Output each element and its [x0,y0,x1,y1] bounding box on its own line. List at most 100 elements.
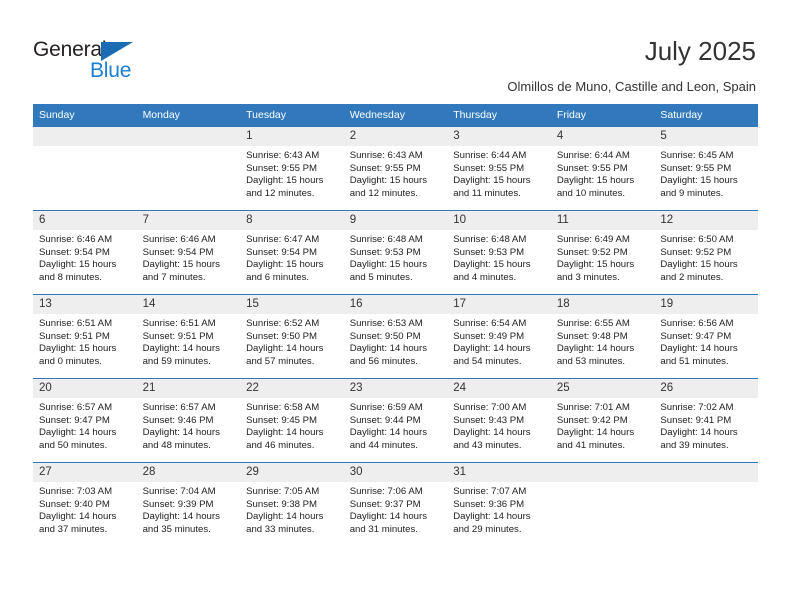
calendar-day-cell[interactable]: 29 Sunrise: 7:05 AM Sunset: 9:38 PM Dayligh… [240,462,344,546]
calendar-day-cell[interactable]: 28 Sunrise: 7:04 AM Sunset: 9:39 PM Dayligh… [136,462,241,546]
calendar-day-cell[interactable]: 15 Sunrise: 6:52 AM Sunset: 9:50 PM Dayligh… [240,294,344,379]
day-sun-info: Sunrise: 7:03 AM Sunset: 9:40 PM Daylight:… [33,482,137,536]
sunset-text: Sunset: 9:50 PM [246,330,318,342]
calendar-day-cell[interactable]: 20 Sunrise: 6:57 AM Sunset: 9:47 PM Dayligh… [33,378,137,463]
calendar-day-cell[interactable]: 5 Sunrise: 6:45 AM Sunset: 9:55 PM Daylight… [654,126,758,211]
calendar-day-cell[interactable]: 16 Sunrise: 6:53 AM Sunset: 9:50 PM Dayligh… [343,294,448,379]
daylight-text-line2: and 11 minutes. [453,187,521,199]
day-sun-info: Sunrise: 6:56 AM Sunset: 9:47 PM Daylight:… [654,314,758,368]
calendar-day-cell[interactable]: 23 Sunrise: 6:59 AM Sunset: 9:44 PM Dayligh… [343,378,448,463]
calendar-day-cell[interactable]: 17 Sunrise: 6:54 AM Sunset: 9:49 PM Dayligh… [447,294,551,379]
sunrise-text: Sunrise: 6:56 AM [660,318,734,329]
calendar-week-row: 6 Sunrise: 6:46 AM Sunset: 9:54 PM Daylight… [33,210,758,295]
daylight-text-line1: Daylight: 14 hours [556,427,635,439]
daylight-text-line1: Daylight: 15 hours [349,175,428,187]
sunrise-text: Sunrise: 7:03 AM [39,486,113,497]
calendar-day-cell[interactable]: 21 Sunrise: 6:57 AM Sunset: 9:46 PM Dayligh… [136,378,241,463]
day-sun-info: Sunrise: 7:07 AM Sunset: 9:36 PM Daylight:… [447,482,551,536]
calendar-day-cell[interactable]: 8 Sunrise: 6:47 AM Sunset: 9:54 PM Daylight… [240,210,344,295]
sunrise-sunset-calendar-table: Sunday Monday Tuesday Wednesday Thursday… [33,104,758,546]
calendar-day-cell[interactable]: 31 Sunrise: 7:07 AM Sunset: 9:36 PM Dayligh… [447,462,551,546]
calendar-day-cell[interactable]: 14 Sunrise: 6:51 AM Sunset: 9:51 PM Dayligh… [136,294,241,379]
daylight-text-line1: Daylight: 15 hours [660,259,738,271]
day-number: 12 [654,211,758,230]
day-number: 29 [240,463,344,482]
daylight-text-line2: and 50 minutes. [39,439,108,451]
sunset-text: Sunset: 9:54 PM [39,246,110,258]
day-sun-info: Sunrise: 7:05 AM Sunset: 9:38 PM Daylight:… [240,482,344,536]
calendar-header-row-group: Sunday Monday Tuesday Wednesday Thursday… [33,104,758,127]
weekday-header-thursday: Thursday [447,104,551,127]
calendar-day-cell[interactable]: 6 Sunrise: 6:46 AM Sunset: 9:54 PM Daylight… [33,210,137,295]
day-sun-info: Sunrise: 7:01 AM Sunset: 9:42 PM Daylight:… [551,398,655,452]
calendar-day-cell[interactable]: 1 Sunrise: 6:43 AM Sunset: 9:55 PM Daylight… [240,126,344,211]
daylight-text-line1: Daylight: 14 hours [453,343,531,355]
calendar-day-cell[interactable]: 30 Sunrise: 7:06 AM Sunset: 9:37 PM Dayligh… [343,462,448,546]
day-sun-info: Sunrise: 6:51 AM Sunset: 9:51 PM Daylight:… [137,314,241,368]
daylight-text-line2: and 57 minutes. [246,355,315,367]
day-number: 5 [654,127,758,146]
weekday-header-saturday: Saturday [654,104,758,127]
calendar-day-cell[interactable]: 18 Sunrise: 6:55 AM Sunset: 9:48 PM Dayligh… [550,294,655,379]
calendar-day-cell[interactable]: 2 Sunrise: 6:43 AM Sunset: 9:55 PM Daylight… [343,126,448,211]
calendar-week-row: 13 Sunrise: 6:51 AM Sunset: 9:51 PM Dayligh… [33,294,758,379]
sunrise-text: Sunrise: 6:46 AM [142,234,216,245]
calendar-day-cell[interactable]: 22 Sunrise: 6:58 AM Sunset: 9:45 PM Dayligh… [240,378,344,463]
weekday-header-tuesday: Tuesday [240,104,344,127]
page-header: General Blue July 2025 Olmillos de Muno,… [0,0,792,100]
calendar-day-cell[interactable]: 7 Sunrise: 6:46 AM Sunset: 9:54 PM Daylight… [136,210,241,295]
daylight-text-line2: and 9 minutes. [660,187,724,199]
sunset-text: Sunset: 9:47 PM [660,330,732,342]
daylight-text-line2: and 2 minutes. [660,271,724,283]
day-number [136,127,241,146]
daylight-text-line1: Daylight: 14 hours [349,427,428,439]
page-title: July 2025 [644,36,756,66]
sunrise-text: Sunrise: 6:58 AM [246,402,320,413]
daylight-text-line2: and 12 minutes. [349,187,418,199]
calendar-day-cell[interactable]: 26 Sunrise: 7:02 AM Sunset: 9:41 PM Dayligh… [654,378,758,463]
sunrise-text: Sunrise: 7:02 AM [660,402,734,413]
calendar-day-cell[interactable]: 9 Sunrise: 6:48 AM Sunset: 9:53 PM Daylight… [343,210,448,295]
daylight-text-line1: Daylight: 15 hours [556,175,635,187]
sunset-text: Sunset: 9:46 PM [142,414,214,426]
calendar-body: 1 Sunrise: 6:43 AM Sunset: 9:55 PM Daylight… [33,126,758,546]
day-sun-info: Sunrise: 6:57 AM Sunset: 9:47 PM Daylight:… [33,398,137,452]
sunset-text: Sunset: 9:39 PM [142,498,214,510]
sunset-text: Sunset: 9:41 PM [660,414,732,426]
daylight-text-line2: and 6 minutes. [246,271,310,283]
calendar-day-cell[interactable]: 19 Sunrise: 6:56 AM Sunset: 9:47 PM Dayligh… [654,294,758,379]
sunset-text: Sunset: 9:44 PM [349,414,421,426]
weekday-header-row: Sunday Monday Tuesday Wednesday Thursday… [33,104,758,127]
general-blue-logo[interactable]: General Blue [33,38,233,86]
sunrise-text: Sunrise: 7:06 AM [349,486,423,497]
sunset-text: Sunset: 9:37 PM [349,498,421,510]
calendar-day-cell[interactable]: 13 Sunrise: 6:51 AM Sunset: 9:51 PM Dayligh… [33,294,137,379]
sunset-text: Sunset: 9:55 PM [453,162,525,174]
calendar-day-cell[interactable]: 25 Sunrise: 7:01 AM Sunset: 9:42 PM Dayligh… [550,378,655,463]
sunrise-text: Sunrise: 6:46 AM [39,234,113,245]
weekday-header-sunday: Sunday [33,104,137,127]
calendar-day-cell[interactable]: 4 Sunrise: 6:44 AM Sunset: 9:55 PM Daylight… [550,126,655,211]
day-number: 30 [343,463,448,482]
day-number: 20 [33,379,137,398]
calendar-day-cell[interactable]: 10 Sunrise: 6:48 AM Sunset: 9:53 PM Dayligh… [447,210,551,295]
calendar-day-cell[interactable]: 12 Sunrise: 6:50 AM Sunset: 9:52 PM Dayligh… [654,210,758,295]
sunset-text: Sunset: 9:43 PM [453,414,525,426]
day-sun-info: Sunrise: 7:06 AM Sunset: 9:37 PM Daylight:… [344,482,448,536]
sunset-text: Sunset: 9:55 PM [349,162,421,174]
daylight-text-line2: and 31 minutes. [349,523,418,535]
day-number: 28 [136,463,241,482]
day-number: 9 [343,211,448,230]
sunrise-text: Sunrise: 6:49 AM [556,234,630,245]
calendar-day-cell[interactable]: 27 Sunrise: 7:03 AM Sunset: 9:40 PM Dayligh… [33,462,137,546]
sunrise-text: Sunrise: 6:44 AM [556,150,630,161]
calendar-day-cell[interactable]: 24 Sunrise: 7:00 AM Sunset: 9:43 PM Dayligh… [447,378,551,463]
calendar-day-cell[interactable]: 3 Sunrise: 6:44 AM Sunset: 9:55 PM Daylight… [447,126,551,211]
day-number: 21 [136,379,241,398]
calendar-day-cell[interactable]: 11 Sunrise: 6:49 AM Sunset: 9:52 PM Dayligh… [550,210,655,295]
sunset-text: Sunset: 9:48 PM [556,330,628,342]
day-number: 6 [33,211,137,230]
sunrise-text: Sunrise: 6:43 AM [246,150,320,161]
daylight-text-line1: Daylight: 14 hours [142,427,220,439]
daylight-text-line1: Daylight: 15 hours [246,259,324,271]
